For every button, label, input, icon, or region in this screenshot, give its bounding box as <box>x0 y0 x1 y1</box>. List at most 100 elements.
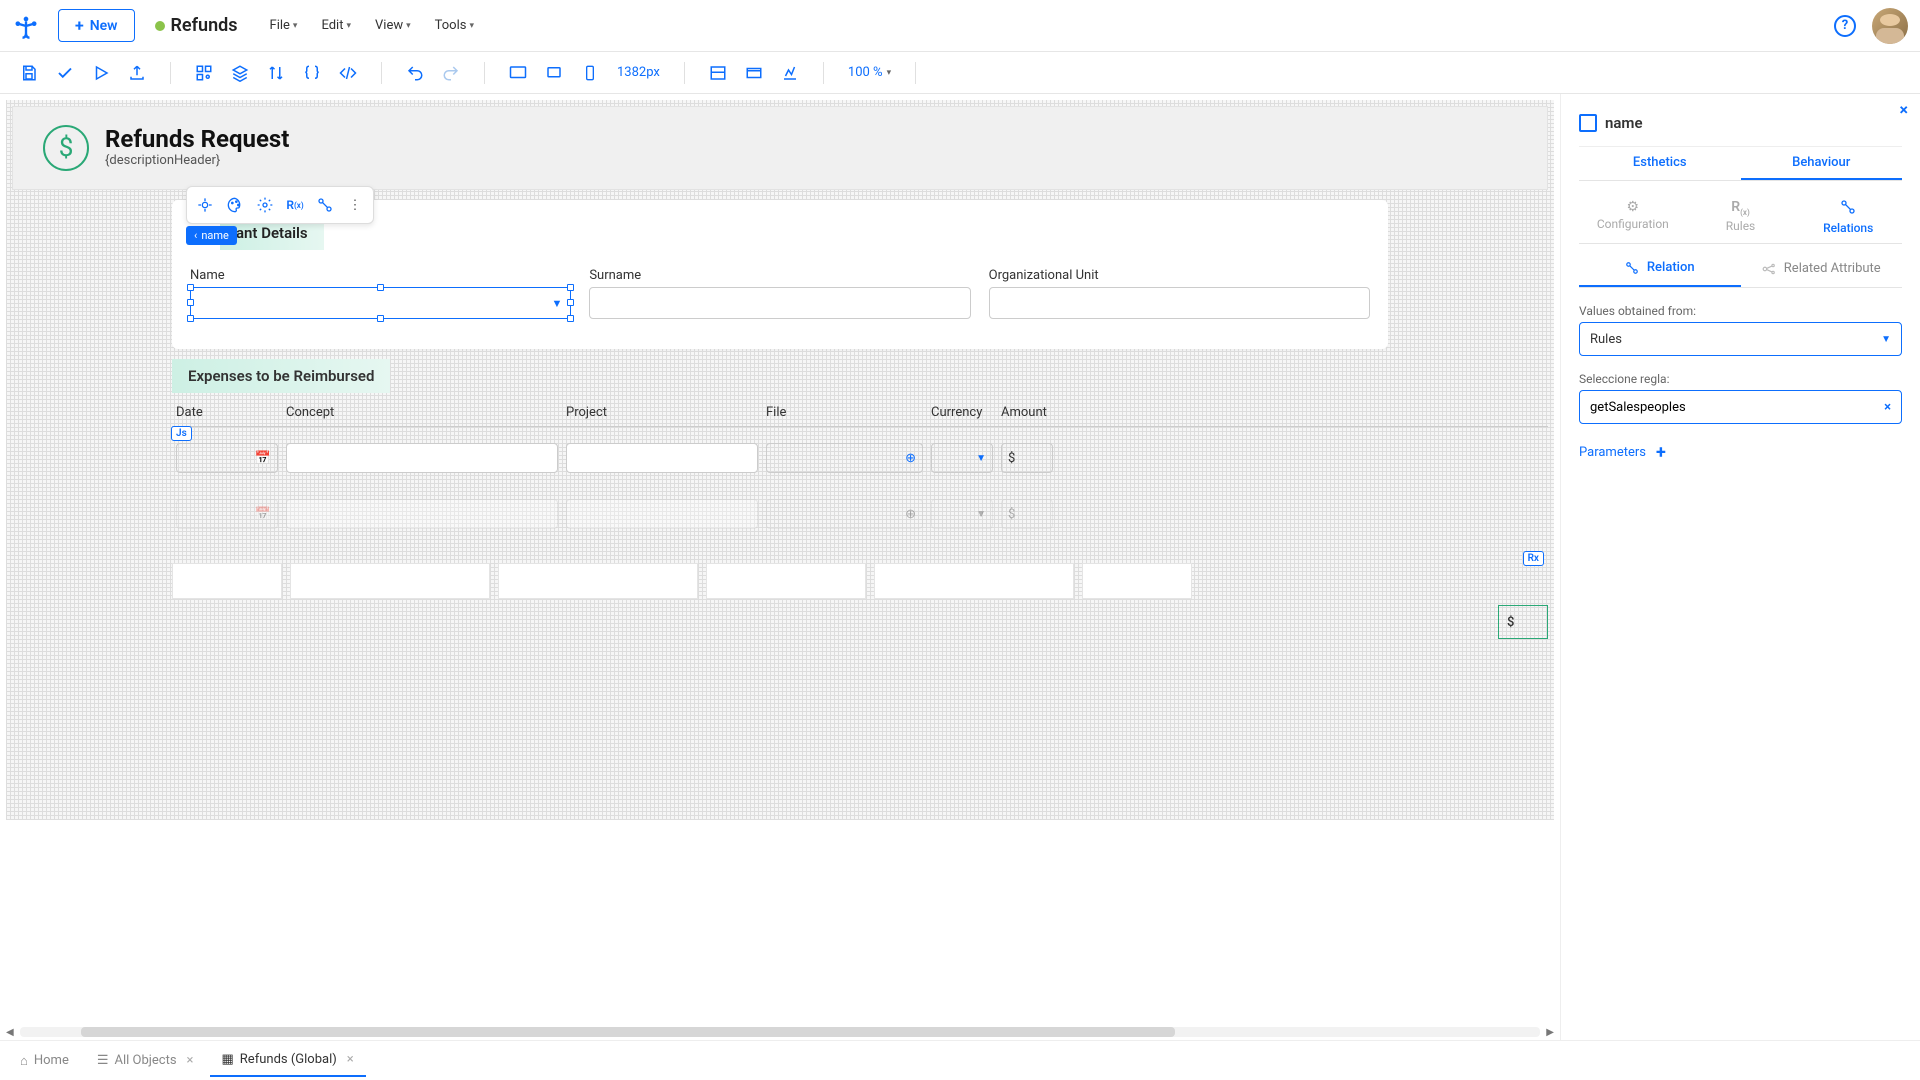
logo <box>12 12 40 40</box>
export-icon[interactable] <box>128 64 146 82</box>
rx-icon[interactable]: R(x) <box>280 190 310 220</box>
mobile-icon[interactable] <box>581 64 599 82</box>
more-icon[interactable]: ⋮ <box>340 190 370 220</box>
panel-icon[interactable] <box>745 64 763 82</box>
user-avatar[interactable] <box>1872 8 1908 44</box>
expenses-table: Date Concept Project File Currency Amoun… <box>172 399 1548 639</box>
run-icon[interactable] <box>92 64 110 82</box>
help-icon[interactable]: ? <box>1834 15 1856 37</box>
target-icon[interactable] <box>190 190 220 220</box>
split-h-icon[interactable] <box>709 64 727 82</box>
scroll-thumb[interactable] <box>81 1027 1176 1037</box>
currency-dropdown[interactable]: ▼ <box>931 499 993 529</box>
tab-refunds-global[interactable]: ▦ Refunds (Global) × <box>210 1044 366 1077</box>
form-icon: ▦ <box>222 1052 234 1067</box>
undo-icon[interactable] <box>406 64 424 82</box>
relation-icon[interactable] <box>310 190 340 220</box>
amount-input[interactable]: $ <box>1001 443 1053 473</box>
chevron-down-icon: ▼ <box>976 509 986 520</box>
project-input[interactable] <box>566 499 758 529</box>
save-icon[interactable] <box>20 64 38 82</box>
attribute-icon <box>1762 262 1776 276</box>
form-title: Refunds Request <box>105 125 289 153</box>
field-surname-input[interactable] <box>589 287 970 319</box>
amount-input[interactable]: $ <box>1001 499 1053 529</box>
action-toolbar: 1382px 100 %▾ <box>0 52 1920 94</box>
toolbar-separator <box>823 62 824 84</box>
rule-name-field[interactable]: × <box>1579 390 1902 424</box>
selection-tag[interactable]: ‹name <box>186 226 237 245</box>
subtab-configuration[interactable]: ⚙ Configuration <box>1579 191 1687 243</box>
calendar-icon: 📅 <box>255 507 271 522</box>
clear-icon[interactable]: × <box>1884 400 1891 415</box>
expenses-section[interactable]: Expenses to be Reimbursed Date Concept P… <box>172 359 1548 639</box>
subtab-rules[interactable]: R(x) Rules <box>1687 191 1795 243</box>
subtab-relations[interactable]: Relations <box>1794 191 1902 243</box>
new-button[interactable]: + New <box>58 9 135 42</box>
expenses-title: Expenses to be Reimbursed <box>172 359 390 393</box>
project-input[interactable] <box>566 443 758 473</box>
swap-icon[interactable] <box>267 64 285 82</box>
close-icon[interactable]: × <box>347 1052 354 1067</box>
panel-main-tabs: Esthetics Behaviour <box>1579 147 1902 181</box>
scroll-right-icon[interactable]: ▶ <box>1546 1027 1554 1038</box>
dollar-icon: $ <box>43 125 89 171</box>
rule-name-input[interactable] <box>1590 400 1884 415</box>
table-row[interactable]: 📅 ⊕ ▼ $ <box>172 427 1548 483</box>
table-row[interactable]: 📅 ⊕ ▼ $ <box>172 483 1548 539</box>
panel-title: name <box>1605 114 1643 132</box>
menu-edit[interactable]: Edit▾ <box>321 18 351 33</box>
tab-behaviour[interactable]: Behaviour <box>1741 147 1903 180</box>
plus-icon: + <box>1656 442 1666 463</box>
tab-esthetics[interactable]: Esthetics <box>1579 147 1741 180</box>
menu-view[interactable]: View▾ <box>375 18 411 33</box>
file-upload[interactable]: ⊕ <box>766 443 923 473</box>
close-icon[interactable]: × <box>187 1053 194 1068</box>
col-date: Date <box>172 405 282 420</box>
tab-home[interactable]: ⌂ Home <box>8 1045 81 1077</box>
tab-all-objects[interactable]: ☰ All Objects × <box>85 1045 206 1076</box>
align-icon[interactable] <box>781 64 799 82</box>
field-name-label: Name <box>190 268 571 283</box>
currency-dropdown[interactable]: ▼ <box>931 443 993 473</box>
parameters-button[interactable]: Parameters + <box>1579 442 1902 463</box>
scroll-left-icon[interactable]: ◀ <box>6 1027 14 1038</box>
palette-icon[interactable] <box>220 190 250 220</box>
values-from-select[interactable]: Rules ▼ <box>1579 322 1902 356</box>
workspace: $ Refunds Request {descriptionHeader} R(… <box>0 94 1560 1040</box>
menu-tools[interactable]: Tools▾ <box>435 18 474 33</box>
seg-related-attribute[interactable]: Related Attribute <box>1741 250 1903 287</box>
grid-icon[interactable] <box>195 64 213 82</box>
menu-file[interactable]: File▾ <box>270 18 298 33</box>
date-input[interactable]: 📅 <box>176 443 278 473</box>
braces-icon[interactable] <box>303 64 321 82</box>
file-upload[interactable]: ⊕ <box>766 499 923 529</box>
element-toolbar: R(x) ⋮ <box>186 186 374 224</box>
field-surname[interactable]: Surname <box>589 268 970 319</box>
close-icon[interactable]: × <box>1900 100 1909 119</box>
seg-relation[interactable]: Relation <box>1579 250 1741 287</box>
field-name-input[interactable]: ▼ <box>190 287 571 319</box>
layers-icon[interactable] <box>231 64 249 82</box>
redo-icon[interactable] <box>442 64 460 82</box>
pixel-width-label[interactable]: 1382px <box>617 65 660 80</box>
applicant-details-section[interactable]: R(x) ⋮ ‹name ant Details Name ▼ <box>172 200 1388 349</box>
field-name[interactable]: Name ▼ <box>190 268 571 319</box>
horizontal-scrollbar[interactable]: ◀ ▶ <box>0 1024 1560 1040</box>
concept-input[interactable] <box>286 499 558 529</box>
gear-icon[interactable] <box>250 190 280 220</box>
total-amount-box: $ <box>1498 605 1548 639</box>
field-org-unit[interactable]: Organizational Unit <box>989 268 1370 319</box>
bottom-tabs: ⌂ Home ☰ All Objects × ▦ Refunds (Global… <box>0 1040 1920 1080</box>
plus-icon: + <box>75 16 84 35</box>
tablet-icon[interactable] <box>545 64 563 82</box>
form-canvas[interactable]: $ Refunds Request {descriptionHeader} R(… <box>6 100 1554 820</box>
concept-input[interactable] <box>286 443 558 473</box>
desktop-icon[interactable] <box>509 64 527 82</box>
code-icon[interactable] <box>339 64 357 82</box>
date-input[interactable]: 📅 <box>176 499 278 529</box>
field-org-input[interactable] <box>989 287 1370 319</box>
form-subtitle: {descriptionHeader} <box>105 153 289 168</box>
check-icon[interactable] <box>56 64 74 82</box>
zoom-selector[interactable]: 100 %▾ <box>848 65 891 80</box>
